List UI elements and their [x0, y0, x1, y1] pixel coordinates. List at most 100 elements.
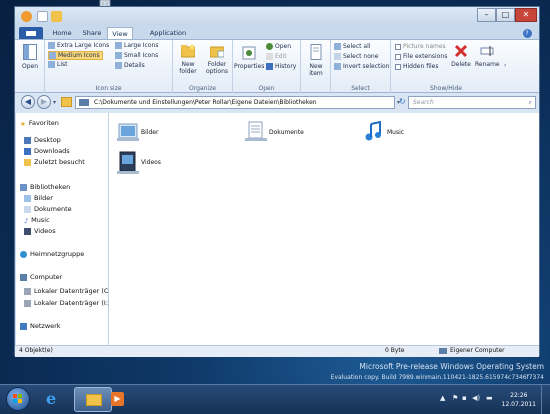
forward-button[interactable]: ▶	[37, 95, 51, 109]
layout-medium-icons[interactable]: Medium Icons	[48, 51, 103, 60]
tab-home[interactable]: Home	[47, 27, 77, 39]
taskbar: e ▶ ▲ ⚑ ▪ ◀) ▬ 22:26 12.07.2011	[0, 384, 550, 414]
nav-documents[interactable]: Dokumente	[24, 205, 72, 213]
nav-downloads[interactable]: Downloads	[24, 147, 70, 155]
minimize-button[interactable]: –	[477, 8, 496, 22]
maximize-button[interactable]: □	[496, 8, 515, 22]
nav-recent[interactable]: Zuletzt besucht	[24, 158, 85, 166]
taskbar-media-player[interactable]: ▶	[108, 387, 128, 412]
rename-button[interactable]: Rename	[475, 44, 500, 68]
nav-desktop[interactable]: Desktop	[24, 136, 61, 144]
homegroup-icon	[20, 250, 27, 258]
nav-favorites[interactable]: ★ Favoriten	[20, 119, 59, 128]
refresh-button[interactable]: ↻	[399, 97, 407, 107]
nav-computer[interactable]: Computer	[20, 273, 62, 281]
tab-share[interactable]: Share	[77, 27, 107, 39]
nav-libraries[interactable]: Bibliotheken	[20, 183, 70, 191]
tab-application[interactable]: Application	[145, 27, 191, 39]
layout-list[interactable]: List	[48, 61, 68, 68]
showhide-group-label: Show/Hide	[430, 85, 462, 92]
tab-view[interactable]: View	[107, 27, 133, 39]
invert-selection-button[interactable]: Invert selection	[334, 63, 390, 70]
back-button[interactable]: ◀	[21, 95, 35, 109]
desktop-icon	[24, 136, 31, 144]
quick-access-properties-icon[interactable]	[37, 11, 48, 22]
layout-extra-large-icons[interactable]: Extra Large Icons	[48, 42, 109, 49]
new-item-button[interactable]: New item	[302, 44, 330, 77]
close-button[interactable]: ✕	[515, 8, 537, 22]
nav-homegroup[interactable]: Heimnetzgruppe	[20, 250, 84, 258]
library-item-videos[interactable]: Videos	[117, 151, 161, 177]
tray-show-hidden-icon[interactable]: ▲	[440, 394, 445, 402]
open-button[interactable]: Open	[266, 43, 291, 50]
rename-icon	[475, 44, 499, 60]
new-folder-button[interactable]: New folder	[175, 44, 201, 75]
up-folder-icon[interactable]	[61, 97, 72, 107]
tray-volume-icon[interactable]: ◀)	[472, 394, 480, 402]
help-icon[interactable]: ?	[521, 27, 533, 39]
watermark-line-1: Microsoft Pre-release Windows Operating …	[359, 362, 544, 371]
recent-pages-chevron-icon[interactable]: ▾	[53, 99, 56, 106]
folder-options-button[interactable]: Folder options	[203, 44, 231, 75]
edit-button[interactable]: Edit	[266, 53, 287, 60]
start-button[interactable]	[6, 387, 30, 411]
pictures-library-icon	[117, 123, 139, 141]
open-label: Open	[21, 63, 39, 70]
history-button[interactable]: History	[266, 63, 296, 70]
recent-places-icon	[24, 158, 31, 166]
library-item-pictures[interactable]: Bilder	[117, 121, 158, 145]
title-bar: – □ ✕	[15, 7, 539, 26]
nav-drive-c[interactable]: Lokaler Datenträger (C:)	[24, 287, 113, 295]
media-player-icon: ▶	[111, 392, 124, 406]
tray-network-icon[interactable]: ▪	[462, 394, 467, 402]
navigation-pane-button[interactable]: Open	[17, 44, 43, 70]
search-input[interactable]: Search ⌕	[408, 96, 536, 109]
nav-drive-i[interactable]: Lokaler Datenträger (I:)	[24, 299, 111, 307]
nav-pictures[interactable]: Bilder	[24, 194, 53, 202]
taskbar-explorer[interactable]	[74, 387, 112, 412]
file-menu-tab[interactable]	[19, 27, 43, 39]
select-none-button[interactable]: Select none	[334, 53, 378, 60]
select-all-button[interactable]: Select all	[334, 43, 370, 50]
clock[interactable]: 22:26 12.07.2011	[502, 391, 536, 409]
new-item-label: New	[309, 63, 323, 70]
taskbar-internet-explorer[interactable]: e	[34, 387, 72, 412]
clock-time: 22:26	[510, 392, 528, 399]
quick-access-new-folder-icon[interactable]	[51, 11, 62, 22]
picture-names-checkbox[interactable]: Picture names	[395, 43, 446, 50]
app-menu-icon[interactable]	[21, 11, 32, 22]
properties-icon	[234, 46, 264, 62]
file-extensions-checkbox[interactable]: File extensions	[395, 53, 447, 60]
new-folder-label-2: folder	[179, 68, 197, 75]
rename-label: Rename	[475, 61, 500, 68]
hidden-files-checkbox[interactable]: Hidden files	[395, 63, 438, 70]
drive-icon	[24, 287, 31, 295]
search-placeholder: Search	[413, 99, 434, 106]
drive-icon	[24, 299, 31, 307]
library-item-music[interactable]: Music	[363, 120, 404, 145]
folder-icon	[86, 394, 102, 406]
nav-music[interactable]: ♪ Music	[24, 216, 50, 225]
group-select: Select all Select none Invert selection …	[331, 40, 391, 93]
properties-button[interactable]: Properties	[234, 46, 264, 70]
show-desktop-button[interactable]	[541, 385, 550, 414]
nav-network[interactable]: Netzwerk	[20, 322, 61, 330]
nav-videos[interactable]: Videos	[24, 227, 56, 235]
new-item-label-2: item	[309, 70, 323, 77]
tray-flag-icon[interactable]: ⚑	[452, 394, 458, 402]
ribbon-overflow-chevron-icon[interactable]: ›	[504, 62, 506, 69]
item-label: Videos	[141, 159, 161, 166]
address-path-text: C:\Dokumente und Einstellungen\Peter Rol…	[94, 99, 317, 106]
layout-small-icons[interactable]: Small Icons	[115, 52, 158, 59]
address-path-field[interactable]: C:\Dokumente und Einstellungen\Peter Rol…	[75, 96, 395, 109]
delete-button[interactable]: Delete	[449, 44, 473, 68]
documents-icon	[24, 205, 31, 213]
navigation-pane-icon	[17, 44, 43, 62]
group-panes: Open	[15, 40, 45, 93]
star-icon: ★	[20, 119, 26, 128]
layout-large-icons[interactable]: Large Icons	[115, 42, 158, 49]
tray-language-icon[interactable]: ▬	[486, 394, 493, 402]
library-item-documents[interactable]: Dokumente	[245, 121, 304, 145]
layout-details[interactable]: Details	[115, 62, 145, 69]
group-open: Properties Open Edit History Open	[233, 40, 301, 93]
